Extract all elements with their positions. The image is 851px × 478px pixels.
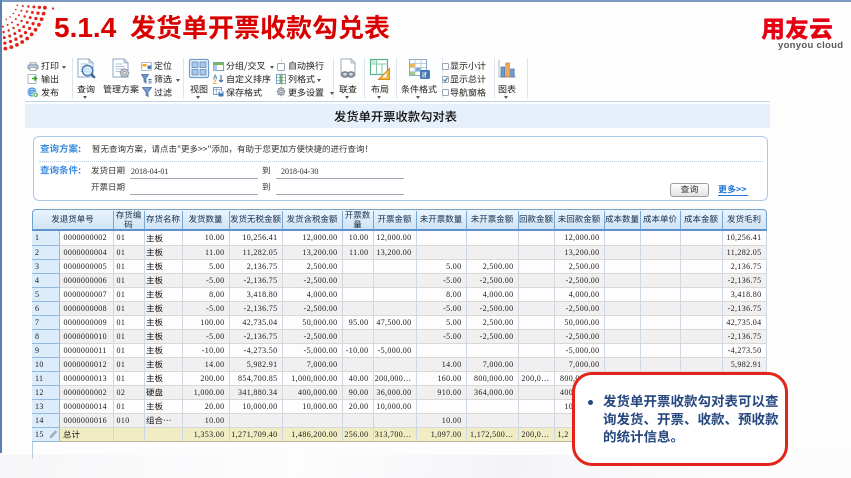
svg-text:if: if <box>422 73 427 80</box>
svg-text:Z: Z <box>213 80 217 84</box>
